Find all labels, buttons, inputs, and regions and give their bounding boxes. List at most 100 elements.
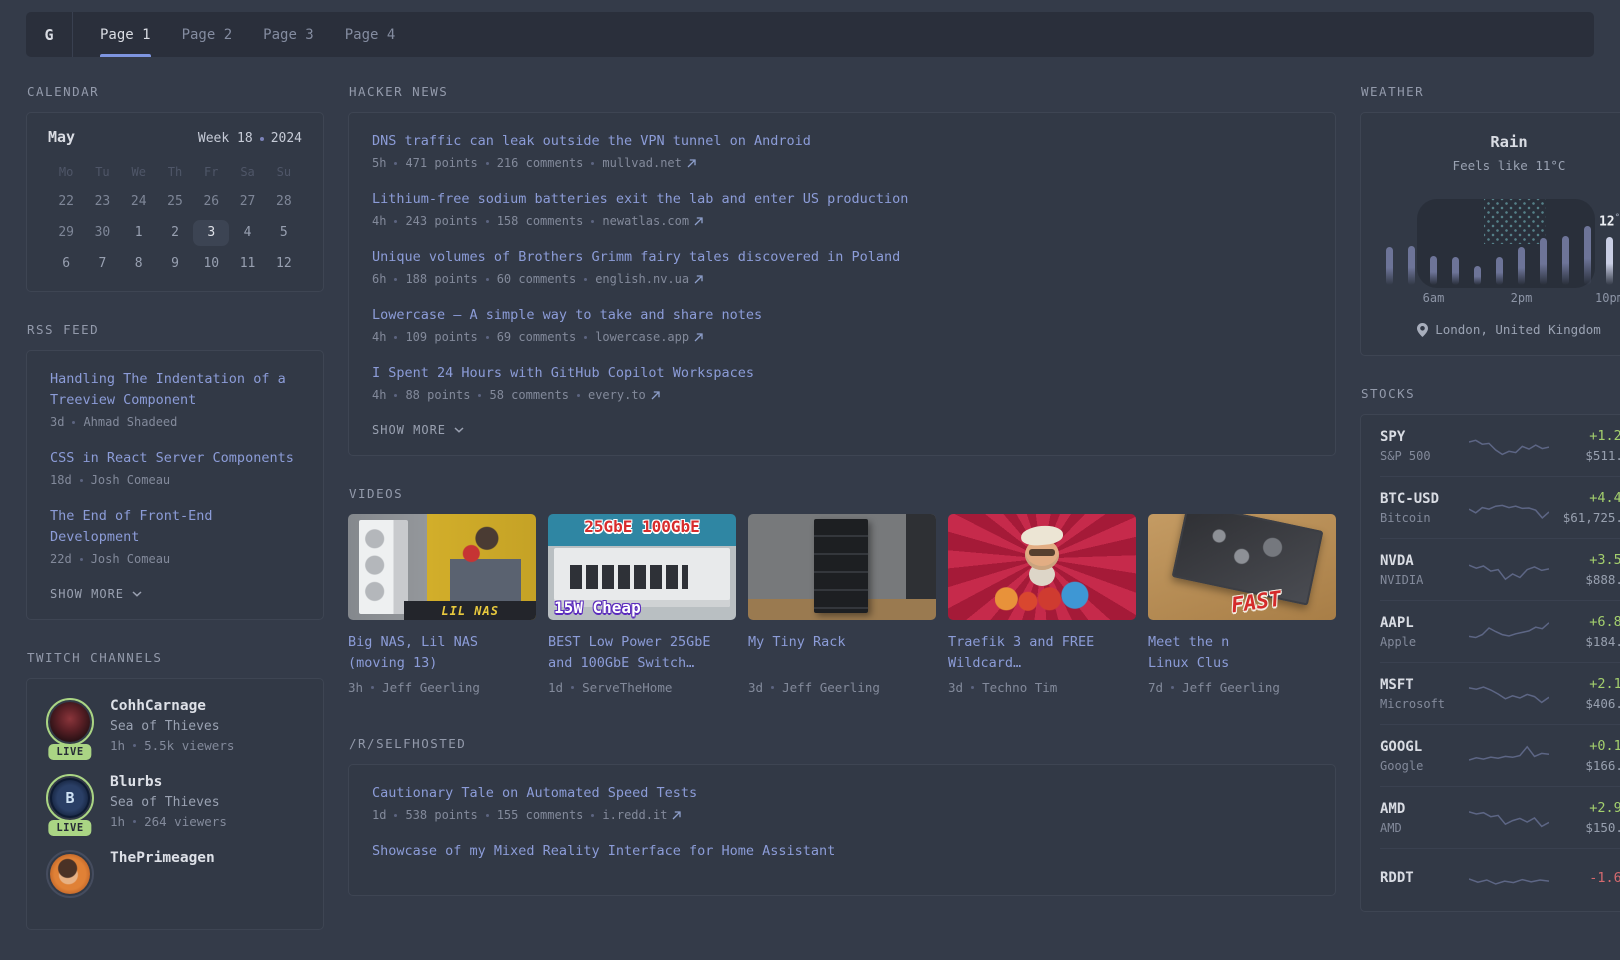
hackernews-item-title[interactable]: Lithium-free sodium batteries exit the l…	[372, 189, 1312, 210]
video-thumbnail[interactable]	[748, 514, 936, 620]
reddit-list: Cautionary Tale on Automated Speed Tests…	[372, 783, 1312, 862]
meta-text: 3h	[348, 680, 364, 695]
source-domain[interactable]: newatlas.com	[602, 214, 689, 228]
stock-values: +2.16% $406.43	[1549, 676, 1620, 711]
source-domain[interactable]: every.to	[588, 388, 646, 402]
source-domain[interactable]: i.redd.it	[602, 808, 667, 822]
meta-text: 188 points	[405, 272, 478, 286]
stock-price: $150.45	[1585, 820, 1620, 835]
tab-page-4[interactable]: Page 4	[345, 12, 396, 57]
stock-price: $61,725.48	[1562, 510, 1620, 525]
twitch-channel[interactable]: LIVE CohhCarnage Sea of Thieves 1h 5.5k view…	[46, 698, 304, 760]
stock-row[interactable]: MSFT Microsoft +2.16% $406.43	[1380, 663, 1620, 725]
separator-dot	[576, 393, 580, 397]
video-thumbnail[interactable]: FAST	[1148, 514, 1336, 620]
video-card[interactable]: FAST Meet the n Linux Clus 7d Jeff Geerling	[1148, 514, 1336, 695]
video-title[interactable]: Meet the n Linux Clus	[1148, 632, 1336, 674]
stock-row[interactable]: GOOGL Google +0.10% $166.78	[1380, 725, 1620, 787]
source-domain[interactable]: lowercase.app	[595, 330, 689, 344]
twitch-channel[interactable]: ThePrimeagen	[46, 850, 304, 898]
video-title[interactable]: My Tiny Rack	[748, 632, 936, 674]
rss-item-title[interactable]: Handling The Indentation of a Treeview C…	[50, 369, 300, 411]
stock-row[interactable]: RDDT -1.65%	[1380, 849, 1620, 911]
stock-change: +1.29%	[1589, 428, 1620, 444]
stock-name: Apple	[1380, 634, 1417, 649]
video-title[interactable]: Big NAS, Lil NAS (moving 13)	[348, 632, 536, 674]
external-link-icon	[694, 274, 703, 283]
stock-row[interactable]: BTC-USD Bitcoin +4.40% $61,725.48	[1380, 477, 1620, 539]
twitch-channel-name[interactable]: ThePrimeagen	[110, 850, 215, 866]
time-label: 10pm	[1595, 291, 1620, 305]
stock-change: +2.16%	[1589, 676, 1620, 692]
meta-text: 5.5k viewers	[144, 738, 235, 753]
stock-row[interactable]: AAPL Apple +6.87% $184.91	[1380, 601, 1620, 663]
stock-symbol: NVDA	[1380, 552, 1414, 569]
twitch-channel-name[interactable]: CohhCarnage	[110, 698, 234, 714]
rss-item-title[interactable]: The End of Front-End Development	[50, 506, 300, 548]
video-card[interactable]: LIL NAS Big NAS, Lil NAS (moving 13) 3h Jef…	[348, 514, 536, 695]
source-domain[interactable]: english.nv.ua	[595, 272, 689, 286]
show-more-label: SHOW MORE	[50, 587, 125, 601]
app-logo[interactable]: G	[26, 12, 73, 57]
hackernews-section-label: HACKER NEWS	[349, 84, 449, 99]
reddit-item-title[interactable]: Cautionary Tale on Automated Speed Tests	[372, 783, 1312, 804]
reddit-item-title[interactable]: Showcase of my Mixed Reality Interface f…	[372, 841, 1312, 862]
stock-row[interactable]: NVDA NVIDIA +3.52% $888.40	[1380, 539, 1620, 601]
video-card[interactable]: Traefik 3 and FREE Wildcard… 3d Techno Tim	[948, 514, 1136, 695]
stock-row[interactable]: AMD AMD +2.94% $150.45	[1380, 787, 1620, 849]
stock-info: MSFT Microsoft	[1380, 677, 1469, 711]
stock-change: +6.87%	[1589, 614, 1620, 630]
hackernews-item-title[interactable]: I Spent 24 Hours with GitHub Copilot Wor…	[372, 363, 1312, 384]
rss-show-more-button[interactable]: SHOW MORE	[50, 585, 300, 605]
calendar-day: 8	[134, 256, 143, 271]
tab-page-2[interactable]: Page 2	[182, 12, 233, 57]
video-title[interactable]: BEST Low Power 25GbE and 100GbE Switch…	[548, 632, 736, 674]
hackernews-item: DNS traffic can leak outside the VPN tun…	[372, 131, 1312, 170]
stock-sparkline	[1469, 438, 1549, 455]
hackernews-item-title[interactable]: Lowercase – A simple way to take and sha…	[372, 305, 1312, 326]
twitch-channel-name[interactable]: Blurbs	[110, 774, 227, 790]
separator-dot	[394, 161, 398, 165]
current-hour-bar	[1606, 237, 1613, 285]
hackernews-item-title[interactable]: Unique volumes of Brothers Grimm fairy t…	[372, 247, 1312, 268]
meta-text: 471 points	[405, 156, 478, 170]
hackernews-show-more-button[interactable]: SHOW MORE	[372, 421, 1312, 441]
video-thumbnail[interactable]: LIL NAS	[348, 514, 536, 620]
tab-label: Page 2	[181, 26, 233, 43]
avatar-image	[50, 854, 90, 894]
video-title[interactable]: Traefik 3 and FREE Wildcard…	[948, 632, 1136, 674]
twitch-avatar-wrap: B LIVE	[46, 774, 94, 836]
twitch-channel[interactable]: B LIVE Blurbs Sea of Thieves 1h 264 viewers	[46, 774, 304, 836]
calendar-weekday: Su	[276, 165, 292, 179]
weather-bar	[1474, 266, 1481, 285]
twitch-game: Sea of Thieves	[110, 795, 220, 810]
rss-item-title[interactable]: CSS in React Server Components	[50, 448, 300, 469]
calendar-week: Week 18	[197, 131, 253, 146]
meta-text: 7d	[1148, 680, 1164, 695]
hackernews-item-title[interactable]: DNS traffic can leak outside the VPN tun…	[372, 131, 1312, 152]
video-thumbnail[interactable]: 25GbE 100GbE 15W Cheap	[548, 514, 736, 620]
tab-page-3[interactable]: Page 3	[263, 12, 314, 57]
thumbnail-overlay-text: FAST	[1229, 586, 1283, 618]
stock-row[interactable]: SPY S&P 500 +1.29% $511.57	[1380, 415, 1620, 477]
meta-text: 58 comments	[489, 388, 569, 402]
temperature-value: 12	[1598, 214, 1615, 229]
video-meta: 7d Jeff Geerling	[1148, 680, 1336, 695]
twitch-channel-info: CohhCarnage Sea of Thieves 1h 5.5k viewers	[110, 698, 234, 753]
tab-page-1[interactable]: Page 1	[100, 12, 151, 57]
video-card[interactable]: 25GbE 100GbE 15W Cheap BEST Low Power 25Gb…	[548, 514, 736, 695]
stocks-section-label: STOCKS	[1361, 386, 1416, 401]
video-thumbnail[interactable]	[948, 514, 1136, 620]
twitch-viewers: 1h 264 viewers	[110, 814, 227, 829]
hackernews-item-meta: 6h 188 points 60 comments english.nv.ua	[372, 272, 1312, 286]
separator-dot	[771, 686, 775, 689]
calendar-weekday: We	[131, 165, 146, 179]
source-domain[interactable]: mullvad.net	[602, 156, 681, 170]
dashboard-columns: CALENDAR May Week 18 2024 Mo Tu We Th Fr Sa Su 2…	[26, 84, 1620, 960]
stock-symbol: BTC-USD	[1380, 490, 1440, 507]
calendar-day: 11	[239, 256, 256, 271]
stock-sparkline	[1469, 878, 1549, 885]
location-pin-icon	[1417, 322, 1429, 337]
video-card[interactable]: My Tiny Rack 3d Jeff Geerling	[748, 514, 936, 695]
twitch-card: LIVE CohhCarnage Sea of Thieves 1h 5.5k view…	[26, 678, 324, 930]
